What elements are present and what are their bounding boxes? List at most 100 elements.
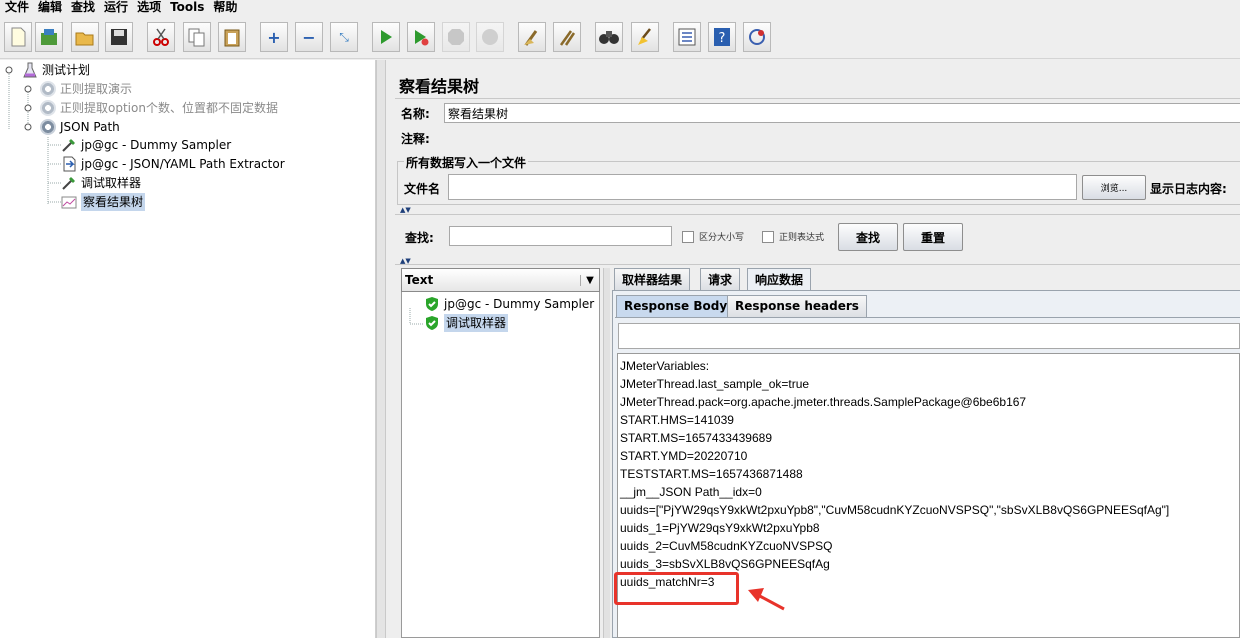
divider [395, 264, 1240, 265]
tree-child-label: 察看结果树 [81, 193, 146, 211]
annotation-arrow-icon [748, 588, 785, 611]
toolbar: + − ⤡ ? [0, 18, 1240, 59]
test-plan-tree: 测试计划 正则提取演示 正则提取option个数、位置都不固定数据 JSON P… [0, 60, 376, 638]
tree-child-debug-sampler[interactable]: 调试取样器 [61, 174, 141, 192]
search-input[interactable] [449, 226, 672, 246]
menu-search[interactable]: 查找 [66, 0, 99, 16]
comment-field[interactable] [440, 128, 1240, 146]
regex-label: 正则表达式 [779, 233, 825, 243]
tree-item-regex-option[interactable]: 正则提取option个数、位置都不固定数据 [40, 99, 278, 117]
annotation-highlight-box [614, 572, 739, 605]
subtab-response-body[interactable]: Response Body [616, 295, 736, 317]
renderer-select-value: Text [405, 273, 434, 287]
svg-text:?: ? [719, 31, 726, 46]
main-splitter[interactable] [376, 60, 386, 638]
thread-group-icon [40, 119, 56, 135]
tree-child-label: jp@gc - JSON/YAML Path Extractor [81, 157, 285, 171]
filename-label: 文件名 [404, 182, 441, 196]
response-line: __jm__JSON Path__idx=0 [620, 485, 762, 499]
subtab-response-headers[interactable]: Response headers [727, 295, 867, 317]
name-label: 名称: [401, 107, 430, 121]
reset-search-icon[interactable] [631, 22, 659, 52]
help-icon[interactable]: ? [708, 22, 736, 52]
test-plan-icon [23, 62, 37, 78]
function-helper-icon[interactable] [673, 22, 701, 52]
result-item-label: 调试取样器 [444, 314, 509, 332]
search-label: 查找: [405, 231, 434, 245]
paste-icon[interactable] [218, 22, 246, 52]
response-line: uuids_1=PjYW29qsY9xkWt2pxuYpb8 [620, 521, 820, 535]
clear-icon[interactable] [518, 22, 546, 52]
response-search-input[interactable] [618, 323, 1240, 349]
result-item-debug-sampler[interactable]: 调试取样器 [424, 314, 509, 332]
tree-item-label: 正则提取演示 [60, 82, 133, 96]
browse-button[interactable]: 浏览... [1082, 175, 1146, 200]
shutdown-icon[interactable] [476, 22, 504, 52]
response-line: START.HMS=141039 [620, 413, 734, 427]
response-line: JMeterVariables: [620, 359, 710, 373]
divider [395, 214, 1240, 215]
response-line: START.YMD=20220710 [620, 449, 748, 463]
sampler-pipette-icon [62, 139, 75, 152]
menu-run[interactable]: 运行 [99, 0, 132, 16]
menubar: 文件 编辑 查找 运行 选项 Tools 帮助 [0, 0, 1240, 16]
tab-request[interactable]: 请求 [700, 268, 741, 290]
extractor-icon [63, 156, 76, 172]
menu-options[interactable]: 选项 [132, 0, 165, 16]
result-item-dummy-sampler[interactable]: jp@gc - Dummy Sampler [424, 295, 594, 313]
sampler-pipette-icon [62, 177, 75, 190]
expand-icon[interactable]: + [260, 22, 288, 52]
results-splitter[interactable] [603, 268, 610, 638]
open-icon[interactable] [71, 22, 99, 52]
remote-icon[interactable] [743, 22, 771, 52]
response-line: uuids=["PjYW29qsY9xkWt2pxuYpb8","CuvM58c… [620, 503, 1170, 517]
tree-root[interactable]: 测试计划 [22, 61, 90, 79]
tree-child-label: 调试取样器 [81, 176, 142, 190]
response-line: uuids_3=sbSvXLB8vQS6GPNEESqfAg [620, 557, 830, 571]
response-line: JMeterThread.pack=org.apache.jmeter.thre… [620, 395, 1027, 409]
start-no-pause-icon[interactable] [407, 22, 435, 52]
thread-group-icon [40, 100, 56, 116]
save-icon[interactable] [105, 22, 133, 52]
tree-item-label: JSON Path [60, 120, 120, 134]
chevron-down-icon: ▼ [580, 274, 599, 286]
menu-edit[interactable]: 编辑 [33, 0, 66, 16]
new-icon[interactable] [4, 22, 32, 52]
panel-title: 察看结果树 [399, 77, 480, 96]
menu-help[interactable]: 帮助 [208, 0, 241, 16]
tab-response-data[interactable]: 响应数据 [747, 268, 812, 290]
response-line: TESTSTART.MS=1657436871488 [620, 467, 803, 481]
cut-icon[interactable] [147, 22, 175, 52]
stop-icon[interactable] [442, 22, 470, 52]
find-button[interactable]: 查找 [838, 223, 898, 251]
log-content-label: 显示日志内容: [1150, 182, 1227, 196]
collapse-icon[interactable]: − [295, 22, 323, 52]
response-line: uuids_2=CuvM58cudnKYZcuoNVSPSQ [620, 539, 833, 553]
search-icon[interactable] [595, 22, 623, 52]
clear-all-icon[interactable] [553, 22, 581, 52]
menu-file[interactable]: 文件 [0, 0, 33, 16]
renderer-select[interactable]: Text ▼ [401, 268, 600, 292]
name-field[interactable] [444, 103, 1240, 123]
case-sensitive-checkbox[interactable]: 区分大小写 [682, 230, 744, 243]
start-icon[interactable] [372, 22, 400, 52]
thread-group-icon [40, 81, 56, 97]
regex-checkbox[interactable]: 正则表达式 [762, 230, 824, 243]
tree-child-label: jp@gc - Dummy Sampler [81, 138, 232, 152]
tree-child-dummy-sampler[interactable]: jp@gc - Dummy Sampler [61, 136, 231, 154]
tree-child-view-results-tree[interactable]: 察看结果树 [61, 193, 146, 211]
listener-chart-icon [61, 196, 77, 209]
templates-icon[interactable] [35, 22, 63, 52]
copy-icon[interactable] [183, 22, 211, 52]
filename-input[interactable] [448, 174, 1077, 200]
toggle-icon[interactable]: ⤡ [330, 22, 358, 52]
tree-item-regex-demo[interactable]: 正则提取演示 [40, 80, 132, 98]
reset-button[interactable]: 重置 [903, 223, 963, 251]
tab-sampler-result[interactable]: 取样器结果 [614, 268, 691, 290]
tree-item-label: 正则提取option个数、位置都不固定数据 [60, 101, 278, 115]
tree-item-json-path[interactable]: JSON Path [40, 118, 120, 136]
comment-label: 注释: [401, 132, 430, 146]
menu-tools[interactable]: Tools [165, 0, 208, 16]
split-arrows-icon[interactable]: ▲▼ [400, 206, 411, 214]
tree-child-json-extractor[interactable]: jp@gc - JSON/YAML Path Extractor [61, 155, 285, 173]
